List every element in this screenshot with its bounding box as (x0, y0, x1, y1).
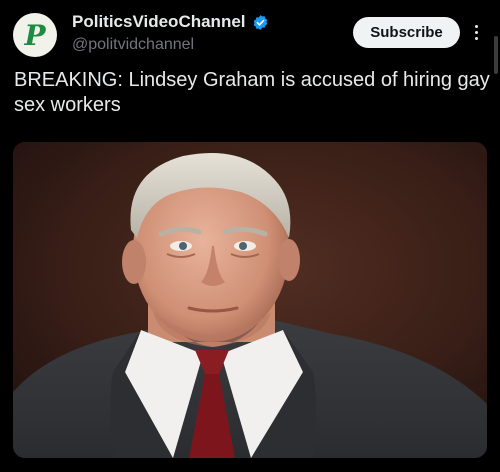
handle[interactable]: @politvidchannel (72, 36, 194, 54)
video-thumbnail-image (13, 142, 487, 458)
post-text: BREAKING: Lindsey Graham is accused of h… (14, 69, 490, 116)
more-dot (474, 30, 478, 34)
more-dot (474, 24, 478, 28)
scrollbar[interactable] (494, 36, 498, 74)
display-name[interactable]: PoliticsVideoChannel (72, 12, 246, 32)
subscribe-button[interactable]: Subscribe (353, 17, 460, 48)
more-dot (474, 36, 478, 40)
video-thumbnail[interactable] (13, 142, 487, 458)
avatar[interactable]: P (13, 13, 57, 57)
avatar-logo: P (24, 19, 46, 52)
verified-badge-icon (253, 14, 267, 30)
more-vertical-icon[interactable] (470, 20, 482, 44)
author-name-row[interactable]: PoliticsVideoChannel (72, 12, 269, 32)
post-card[interactable]: P PoliticsVideoChannel @politvidchannel … (0, 0, 500, 472)
